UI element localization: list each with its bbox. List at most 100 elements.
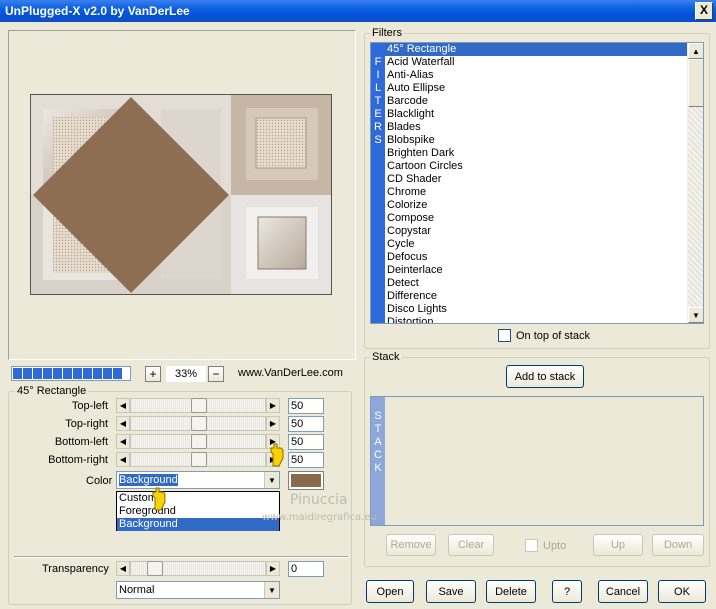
color-label: Color — [86, 475, 113, 487]
slider-label: Top-right — [65, 418, 108, 430]
filter-item[interactable]: Blobspike — [385, 134, 687, 147]
arrow-left-icon[interactable]: ◀ — [116, 434, 130, 449]
filter-item[interactable]: Detect — [385, 277, 687, 290]
color-select[interactable]: Background ▼ — [116, 471, 280, 489]
progress-bar — [11, 366, 131, 381]
clear-button[interactable]: Clear — [448, 534, 494, 556]
slider-thumb[interactable] — [191, 398, 207, 413]
stack-list[interactable]: STACK — [370, 396, 704, 526]
filter-item[interactable]: Disco Lights — [385, 303, 687, 316]
filter-items: 45° Rectangle Acid Waterfall Anti-Alias Aut… — [385, 43, 687, 323]
on-top-checkbox[interactable] — [498, 329, 511, 342]
filter-item[interactable]: Acid Waterfall — [385, 56, 687, 69]
cancel-label: Cancel — [605, 585, 641, 598]
color-select-value: Background — [119, 474, 178, 486]
title-bar: UnPlugged-X v2.0 by VanDerLee — [0, 0, 716, 22]
filters-strip: FILTERS — [371, 43, 385, 323]
slider-value[interactable]: 50 — [288, 434, 324, 450]
filter-item[interactable]: Blades — [385, 121, 687, 134]
preview-image[interactable] — [30, 94, 332, 295]
zoom-in-button[interactable]: + — [145, 366, 161, 382]
filter-item[interactable]: Distortion — [385, 316, 687, 323]
upto-checkbox-row[interactable]: Upto — [525, 539, 566, 552]
slider-thumb[interactable] — [147, 561, 163, 576]
on-top-checkbox-row[interactable]: On top of stack — [498, 329, 590, 342]
delete-label: Delete — [495, 585, 527, 598]
filter-item[interactable]: Cartoon Circles — [385, 160, 687, 173]
divider — [14, 556, 348, 558]
slider[interactable]: ◀▶ — [116, 452, 280, 467]
slider[interactable]: ◀▶ — [116, 398, 280, 413]
arrow-left-icon[interactable]: ◀ — [116, 416, 130, 431]
down-button[interactable]: Down — [652, 534, 704, 556]
arrow-right-icon[interactable]: ▶ — [266, 561, 280, 576]
filter-item[interactable]: Brighten Dark — [385, 147, 687, 160]
color-swatch-fill — [291, 474, 321, 487]
strip-text: FILTERS — [374, 56, 382, 146]
filter-item[interactable]: Auto Ellipse — [385, 82, 687, 95]
color-option-foreground[interactable]: Foreground — [117, 505, 279, 518]
filter-item[interactable]: Barcode — [385, 95, 687, 108]
color-option-custom[interactable]: Custom — [117, 492, 279, 505]
add-to-stack-label: Add to stack — [514, 370, 576, 383]
pointer-hand-icon — [150, 486, 168, 515]
filter-item[interactable]: 45° Rectangle — [385, 43, 687, 56]
save-button[interactable]: Save — [426, 580, 476, 603]
blend-mode-select[interactable]: Normal ▼ — [116, 581, 280, 599]
color-swatch[interactable] — [288, 471, 324, 490]
filter-item[interactable]: Cycle — [385, 238, 687, 251]
filter-item[interactable]: Difference — [385, 290, 687, 303]
help-button[interactable]: ? — [552, 580, 582, 603]
scroll-thumb[interactable] — [688, 59, 703, 107]
arrow-left-icon[interactable]: ◀ — [116, 561, 130, 576]
add-to-stack-button[interactable]: Add to stack — [506, 365, 584, 388]
filter-item[interactable]: Blacklight — [385, 108, 687, 121]
delete-button[interactable]: Delete — [486, 580, 536, 603]
filter-item[interactable]: Anti-Alias — [385, 69, 687, 82]
slider-value[interactable]: 50 — [288, 452, 324, 468]
ok-button[interactable]: OK — [658, 580, 706, 603]
scroll-up-icon[interactable]: ▲ — [688, 43, 703, 59]
remove-button[interactable]: Remove — [386, 534, 436, 556]
filter-item[interactable]: Defocus — [385, 251, 687, 264]
slider-thumb[interactable] — [191, 452, 207, 467]
filter-item[interactable]: Copystar — [385, 225, 687, 238]
slider-row: Bottom-left ◀ ▶ 50 — [14, 434, 352, 452]
transparency-slider[interactable]: ◀ ▶ — [116, 561, 280, 576]
cancel-button[interactable]: Cancel — [598, 580, 648, 603]
filters-list[interactable]: FILTERS 45° Rectangle Acid Waterfall Anti-… — [370, 42, 704, 324]
slider-value[interactable]: 50 — [288, 416, 324, 432]
zoom-out-button[interactable]: − — [208, 366, 224, 382]
color-options-popup[interactable]: Custom Foreground Background — [116, 491, 280, 531]
close-button[interactable]: X — [695, 2, 713, 20]
stack-strip: STACK — [371, 397, 385, 525]
strip-text: STACK — [374, 410, 382, 474]
website-link[interactable]: www.VanDerLee.com — [238, 367, 343, 379]
upto-checkbox[interactable] — [525, 539, 538, 552]
watermark-url: www.maidiregrafica.eu — [262, 512, 377, 523]
filter-item[interactable]: Chrome — [385, 186, 687, 199]
slider-thumb[interactable] — [191, 434, 207, 449]
slider-thumb[interactable] — [191, 416, 207, 431]
close-icon: X — [699, 3, 708, 17]
arrow-left-icon[interactable]: ◀ — [116, 398, 130, 413]
scroll-down-icon[interactable]: ▼ — [688, 307, 703, 323]
arrow-right-icon[interactable]: ▶ — [266, 398, 280, 413]
progress-segment — [23, 368, 32, 379]
transparency-value[interactable]: 0 — [288, 561, 324, 577]
color-option-background[interactable]: Background — [117, 518, 279, 531]
filters-scrollbar[interactable]: ▲ ▼ — [687, 43, 703, 323]
up-button[interactable]: Up — [593, 534, 643, 556]
slider[interactable]: ◀▶ — [116, 416, 280, 431]
filter-item[interactable]: Colorize — [385, 199, 687, 212]
filter-item[interactable]: Deinterlace — [385, 264, 687, 277]
open-button[interactable]: Open — [366, 580, 414, 603]
params-group-label: 45° Rectangle — [15, 385, 89, 397]
arrow-left-icon[interactable]: ◀ — [116, 452, 130, 467]
progress-segment — [73, 368, 82, 379]
arrow-right-icon[interactable]: ▶ — [266, 416, 280, 431]
filter-item[interactable]: Compose — [385, 212, 687, 225]
slider[interactable]: ◀▶ — [116, 434, 280, 449]
filter-item[interactable]: CD Shader — [385, 173, 687, 186]
slider-value[interactable]: 50 — [288, 398, 324, 414]
